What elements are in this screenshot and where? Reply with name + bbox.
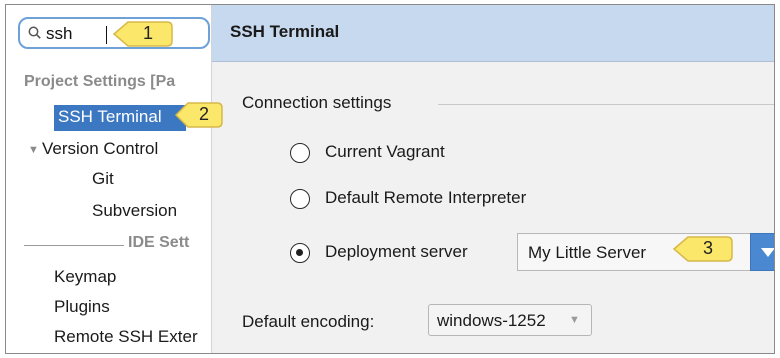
radio-label: Default Remote Interpreter <box>325 188 527 207</box>
panel-title: SSH Terminal <box>230 22 340 41</box>
chevron-down-icon <box>761 248 774 257</box>
tree-item-ssh-terminal[interactable]: SSH Terminal <box>54 105 186 131</box>
project-settings-header: Project Settings [Pa <box>24 73 176 90</box>
settings-tree-panel: ssh Project Settings [Pa SSH Terminal ▼ … <box>6 5 212 353</box>
tree-item-subversion[interactable]: Subversion <box>92 201 177 221</box>
settings-content-panel: SSH Terminal Connection settings Current… <box>212 5 774 353</box>
callout-3: 3 <box>672 234 734 264</box>
connection-settings-label: Connection settings <box>242 93 392 112</box>
panel-title-bar: SSH Terminal <box>212 5 774 62</box>
default-encoding-label: Default encoding: <box>242 312 375 331</box>
tree-item-label: SSH Terminal <box>58 107 162 126</box>
tree-item-plugins[interactable]: Plugins <box>54 297 110 317</box>
expand-triangle-icon[interactable]: ▼ <box>28 144 39 156</box>
tree-item-git[interactable]: Git <box>92 169 114 189</box>
radio-label: Deployment server <box>325 242 468 261</box>
ide-settings-header: IDE Sett <box>128 234 190 251</box>
callout-number: 1 <box>142 23 153 43</box>
settings-dialog: ssh Project Settings [Pa SSH Terminal ▼ … <box>5 4 775 354</box>
radio-label: Current Vagrant <box>325 142 445 161</box>
group-divider <box>24 245 124 246</box>
callout-2: 2 <box>174 100 224 130</box>
search-icon <box>28 26 41 39</box>
search-input[interactable]: ssh <box>46 24 72 44</box>
tree-item-version-control[interactable]: Version Control <box>42 139 158 159</box>
chevron-down-icon: ▼ <box>569 314 580 326</box>
combo-value: My Little Server <box>528 243 647 262</box>
encoding-value: windows-1252 <box>437 311 546 330</box>
encoding-select[interactable]: windows-1252 ▼ <box>428 304 592 336</box>
deployment-server-combo[interactable]: My Little Server <box>517 233 774 271</box>
callout-1: 1 <box>112 19 174 49</box>
tree-item-keymap[interactable]: Keymap <box>54 267 116 287</box>
radio-button-selected[interactable] <box>290 243 310 263</box>
callout-number: 2 <box>198 104 209 124</box>
text-cursor <box>106 26 107 44</box>
radio-button[interactable] <box>290 143 310 163</box>
dropdown-arrow-button[interactable] <box>750 233 774 271</box>
tree-item-remote-ssh[interactable]: Remote SSH Exter <box>54 327 198 347</box>
radio-button[interactable] <box>290 189 310 209</box>
callout-number: 3 <box>702 238 713 258</box>
radio-dot <box>296 249 303 256</box>
section-separator <box>438 104 774 105</box>
